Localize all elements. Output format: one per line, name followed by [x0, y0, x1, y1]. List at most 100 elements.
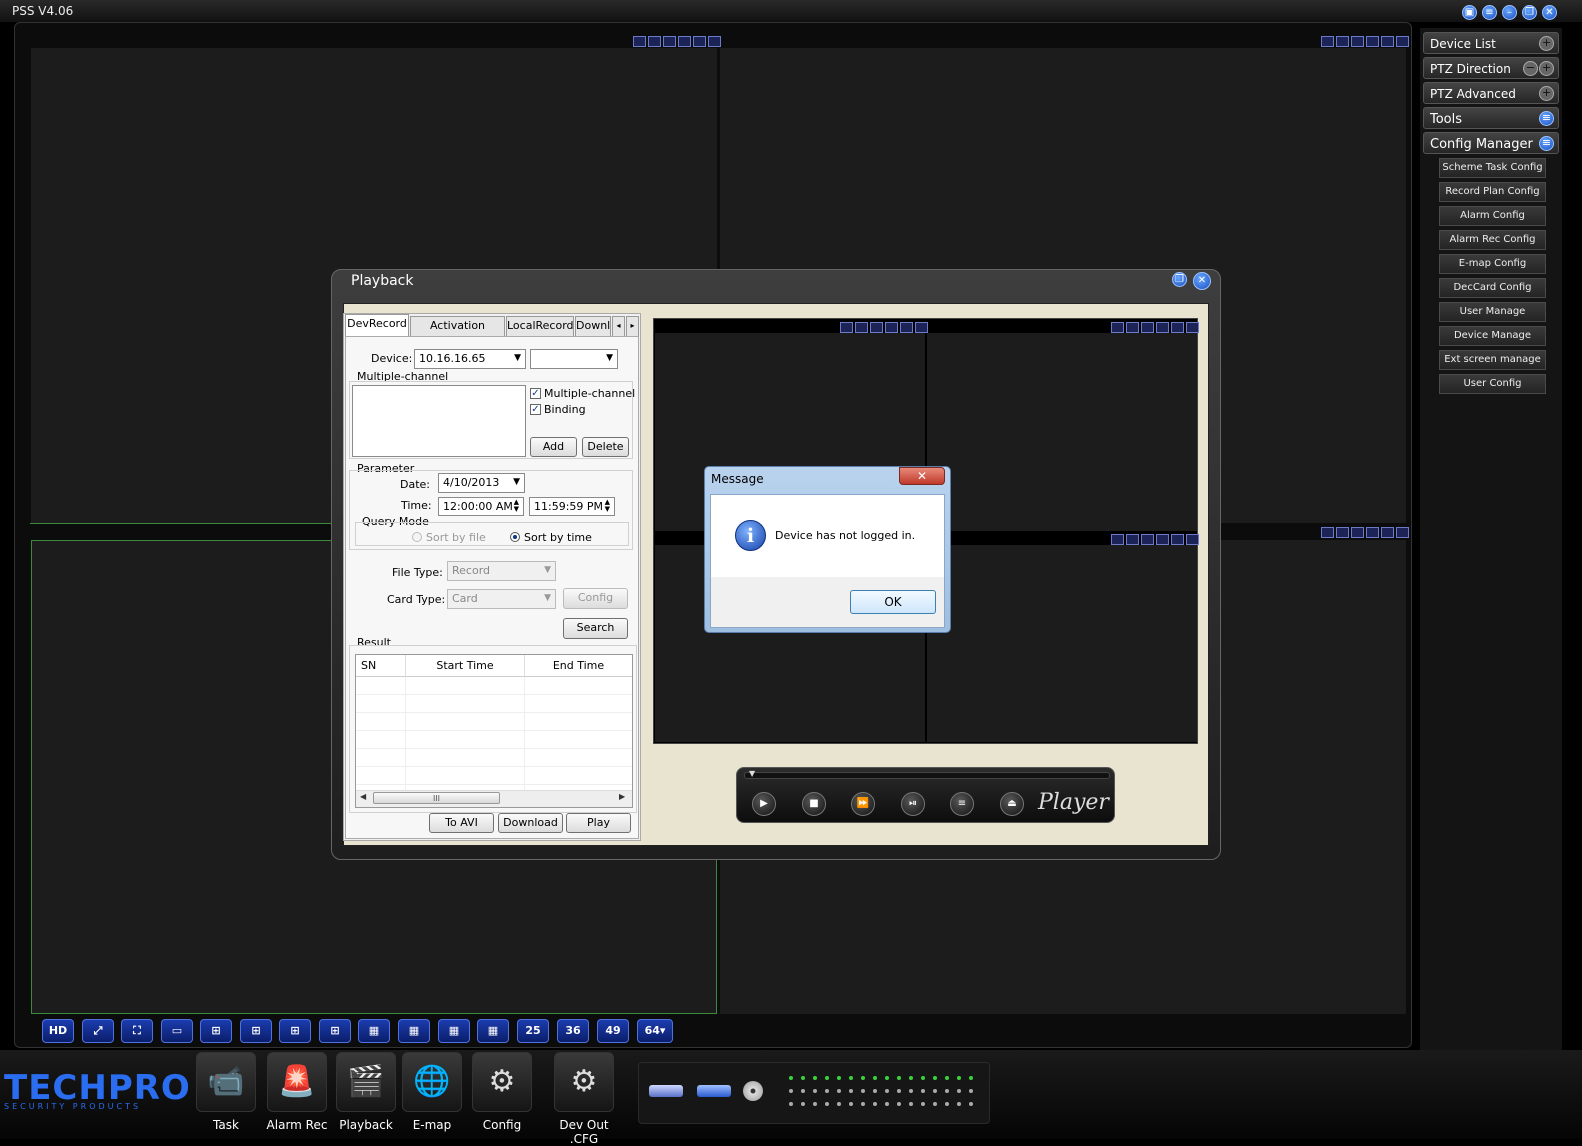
record-plan-config-button[interactable]: Record Plan Config: [1439, 182, 1546, 202]
column-header-start-time[interactable]: Start Time: [406, 655, 525, 677]
tab-download[interactable]: Downl: [575, 316, 611, 336]
search-button[interactable]: Search: [563, 618, 628, 639]
user-manage-button[interactable]: User Manage: [1439, 302, 1546, 322]
expand-icon[interactable]: +: [1539, 61, 1554, 76]
tab-activation-record[interactable]: Activation Record: [410, 316, 505, 350]
cell-toolbar-2[interactable]: [1321, 36, 1409, 47]
message-close-button[interactable]: ✕: [899, 467, 945, 485]
scrollbar-thumb[interactable]: III: [373, 792, 500, 804]
stretch-icon[interactable]: ⤢: [82, 1019, 114, 1043]
config-manager-header[interactable]: Config Manager ≡: [1423, 132, 1559, 154]
restore-icon[interactable]: ❐: [1522, 5, 1537, 20]
binding-checkbox[interactable]: ✓: [530, 404, 541, 415]
config-button[interactable]: Config: [563, 588, 628, 609]
spinner-icon[interactable]: ▲ ▼: [514, 499, 519, 513]
minimize-icon[interactable]: –: [1502, 5, 1517, 20]
user-config-button[interactable]: User Config: [1439, 374, 1546, 394]
progress-slider[interactable]: [744, 772, 1110, 779]
playback-cell-toolbar-1[interactable]: [840, 322, 928, 333]
close-icon[interactable]: ✕: [1542, 5, 1557, 20]
emap-button[interactable]: 🌐 E-map: [401, 1052, 463, 1137]
delete-button[interactable]: Delete: [582, 437, 629, 457]
playback-cell-toolbar-2[interactable]: [1111, 322, 1199, 333]
device-manage-button[interactable]: Device Manage: [1439, 326, 1546, 346]
fast-forward-icon[interactable]: ⏩: [851, 792, 875, 816]
layout-20-icon[interactable]: ▦: [438, 1019, 470, 1043]
device-select[interactable]: 10.16.16.65 ▼: [414, 349, 526, 369]
channel-select[interactable]: ▼: [530, 349, 618, 369]
scroll-left-icon[interactable]: ◀: [360, 792, 366, 801]
eject-icon[interactable]: ⏏: [1000, 792, 1024, 816]
layout-13-icon[interactable]: ▦: [358, 1019, 390, 1043]
column-header-end-time[interactable]: End Time: [525, 655, 632, 677]
tab-scroll-right-icon[interactable]: ▸: [626, 316, 639, 336]
scroll-right-icon[interactable]: ▶: [619, 792, 625, 801]
to-avi-button[interactable]: To AVI: [429, 813, 494, 833]
alarm-rec-config-button[interactable]: Alarm Rec Config: [1439, 230, 1546, 250]
config-button[interactable]: ⚙ Config: [471, 1052, 533, 1137]
column-header-sn[interactable]: SN: [356, 655, 406, 677]
add-button[interactable]: Add: [530, 437, 577, 457]
restore-icon[interactable]: ❐: [1172, 272, 1187, 287]
playback-cell-2[interactable]: [927, 333, 1197, 531]
emap-config-button[interactable]: E-map Config: [1439, 254, 1546, 274]
play-icon[interactable]: ▶: [752, 792, 776, 816]
alarm-config-button[interactable]: Alarm Config: [1439, 206, 1546, 226]
alarm-rec-button[interactable]: 🚨 Alarm Rec: [266, 1052, 328, 1137]
tab-devrecord[interactable]: DevRecord: [345, 314, 409, 336]
playlist-icon[interactable]: ≡: [950, 792, 974, 816]
task-button[interactable]: 📹 Task: [195, 1052, 257, 1137]
layout-25-button[interactable]: 25: [517, 1019, 549, 1043]
ok-button[interactable]: OK: [850, 590, 936, 614]
layout-8-icon[interactable]: ⊞: [279, 1019, 311, 1043]
scheme-task-config-button[interactable]: Scheme Task Config: [1439, 158, 1546, 178]
card-type-select[interactable]: Card ▼: [447, 589, 556, 609]
list-icon[interactable]: ≡: [1539, 111, 1554, 126]
menu-icon[interactable]: ≡: [1482, 5, 1497, 20]
tab-scroll-left-icon[interactable]: ◂: [612, 316, 625, 336]
layout-22-icon[interactable]: ▦: [477, 1019, 509, 1043]
cell-toolbar-4[interactable]: [1321, 527, 1409, 538]
layout-49-button[interactable]: 49: [597, 1019, 629, 1043]
multichannel-checkbox[interactable]: ✓: [530, 388, 541, 399]
ptz-direction-header[interactable]: PTZ Direction − +: [1423, 57, 1559, 79]
layout-4-icon[interactable]: ⊞: [200, 1019, 232, 1043]
download-button[interactable]: Download: [498, 813, 563, 833]
list-icon[interactable]: ≡: [1539, 136, 1554, 151]
layout-1-icon[interactable]: ▭: [161, 1019, 193, 1043]
layout-64-button[interactable]: 64▾: [637, 1019, 673, 1043]
layout-16-icon[interactable]: ▦: [398, 1019, 430, 1043]
cell-toolbar-1[interactable]: [633, 36, 721, 47]
step-frame-icon[interactable]: ⏯: [901, 792, 925, 816]
hd-button[interactable]: HD: [42, 1019, 74, 1043]
expand-icon[interactable]: +: [1539, 86, 1554, 101]
close-icon[interactable]: ✕: [1193, 272, 1211, 290]
dev-out-cfg-button[interactable]: ⚙ Dev Out .CFG: [548, 1052, 620, 1146]
sort-by-time-radio[interactable]: [510, 532, 520, 542]
ptz-advanced-header[interactable]: PTZ Advanced +: [1423, 82, 1559, 104]
layout-36-button[interactable]: 36: [557, 1019, 589, 1043]
tab-localrecord[interactable]: LocalRecord: [506, 316, 574, 336]
start-time-input[interactable]: 12:00:00 AM ▲ ▼: [438, 497, 524, 516]
progress-handle-icon[interactable]: ▼: [749, 769, 755, 778]
layout-6-icon[interactable]: ⊞: [240, 1019, 272, 1043]
file-type-select[interactable]: Record ▼: [447, 561, 556, 581]
end-time-input[interactable]: 11:59:59 PM ▲ ▼: [529, 497, 615, 516]
playback-cell-toolbar-4[interactable]: [1111, 534, 1199, 545]
fullscreen-icon[interactable]: ⛶: [121, 1019, 153, 1043]
channel-list[interactable]: [352, 385, 526, 457]
layout-9-icon[interactable]: ⊞: [319, 1019, 351, 1043]
collapse-icon[interactable]: −: [1523, 61, 1538, 76]
playback-cell-4[interactable]: [927, 545, 1197, 742]
stop-icon[interactable]: ■: [802, 792, 826, 816]
sort-by-file-radio[interactable]: [412, 532, 422, 542]
spinner-icon[interactable]: ▲ ▼: [605, 499, 610, 513]
expand-icon[interactable]: +: [1539, 36, 1554, 51]
ext-screen-manage-button[interactable]: Ext screen manage: [1439, 350, 1546, 370]
deccard-config-button[interactable]: DecCard Config: [1439, 278, 1546, 298]
playback-button[interactable]: 🎬 Playback: [335, 1052, 397, 1137]
tools-header[interactable]: Tools ≡: [1423, 107, 1559, 129]
device-list-header[interactable]: Device List +: [1423, 32, 1559, 54]
play-button[interactable]: Play: [566, 813, 631, 833]
date-picker[interactable]: 4/10/2013 ▼: [438, 473, 525, 493]
